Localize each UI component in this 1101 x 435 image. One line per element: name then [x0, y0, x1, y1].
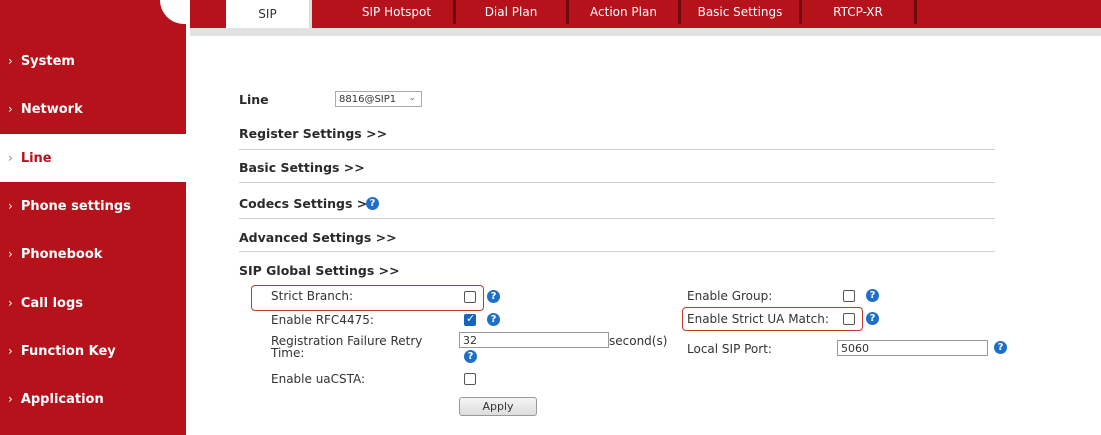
enable-rfc4475-label: Enable RFC4475:	[271, 313, 374, 327]
sidebar-item-call-logs[interactable]: › Call logs	[0, 279, 186, 327]
divider	[239, 182, 995, 183]
sidebar-item-network[interactable]: › Network	[0, 85, 186, 133]
chevron-right-icon: ›	[8, 296, 13, 310]
sidebar-item-label: Function Key	[20, 343, 116, 359]
enable-uacsta-label: Enable uaCSTA:	[271, 372, 366, 386]
tab-dial-plan[interactable]: Dial Plan	[456, 0, 569, 24]
local-sip-port-label: Local SIP Port:	[687, 342, 772, 356]
advanced-settings-link[interactable]: Advanced Settings >>	[239, 230, 397, 245]
sidebar-item-label: Call logs	[20, 295, 83, 311]
chevron-right-icon: ›	[8, 199, 13, 213]
codecs-settings-link[interactable]: Codecs Settings >>	[239, 196, 378, 211]
chevron-down-icon: ⌄	[408, 93, 416, 103]
divider	[239, 149, 995, 150]
line-label: Line	[239, 92, 269, 107]
enable-strict-ua-label: Enable Strict UA Match:	[687, 312, 829, 326]
basic-settings-link[interactable]: Basic Settings >>	[239, 160, 365, 175]
sidebar-item-function-key[interactable]: › Function Key	[0, 327, 186, 375]
chevron-right-icon: ›	[8, 392, 13, 406]
tab-bar-shadow	[190, 28, 1101, 36]
divider	[239, 251, 995, 252]
enable-rfc4475-checkbox[interactable]	[464, 312, 476, 326]
sidebar-item-system[interactable]: › System	[0, 37, 186, 85]
sidebar: › System › Network › Line › Phone settings ›…	[0, 0, 186, 435]
sidebar-item-label: Network	[20, 101, 83, 117]
chevron-right-icon: ›	[8, 54, 13, 68]
sidebar-item-phone-settings[interactable]: › Phone settings	[0, 182, 186, 230]
help-icon[interactable]: ?	[994, 341, 1007, 354]
sidebar-item-label: Line	[20, 150, 52, 166]
chevron-right-icon: ›	[8, 247, 13, 261]
local-sip-port-input[interactable]: 5060	[837, 340, 988, 356]
chevron-right-icon: ›	[8, 344, 13, 358]
apply-button[interactable]: Apply	[459, 397, 537, 416]
sidebar-item-label: Phonebook	[20, 246, 103, 262]
sidebar-item-label: Application	[20, 391, 104, 407]
registration-retry-input[interactable]: 32	[459, 332, 609, 348]
sidebar-item-application[interactable]: › Application	[0, 375, 186, 423]
sidebar-gap	[186, 0, 192, 435]
registration-retry-label: Registration Failure Retry Time:	[271, 334, 423, 360]
line-select-value: 8816@SIP1	[339, 93, 397, 105]
help-icon[interactable]: ?	[366, 197, 379, 210]
strict-branch-label: Strict Branch:	[271, 289, 354, 303]
tab-rtcp-xr[interactable]: RTCP-XR	[802, 0, 917, 24]
tab-action-plan[interactable]: Action Plan	[569, 0, 681, 24]
tab-sip-hotspot[interactable]: SIP Hotspot	[340, 0, 456, 24]
sidebar-item-phonebook[interactable]: › Phonebook	[0, 230, 186, 278]
divider	[239, 218, 995, 219]
chevron-right-icon: ›	[8, 102, 13, 116]
sip-global-settings-link[interactable]: SIP Global Settings >>	[239, 263, 400, 278]
line-select[interactable]: 8816@SIP1 ⌄	[335, 91, 422, 107]
enable-group-label: Enable Group:	[687, 289, 773, 303]
help-icon[interactable]: ?	[866, 289, 879, 302]
registration-retry-unit: second(s)	[609, 334, 668, 348]
register-settings-link[interactable]: Register Settings >>	[239, 126, 387, 141]
enable-uacsta-checkbox[interactable]	[464, 373, 476, 385]
help-icon[interactable]: ?	[464, 350, 477, 363]
help-icon[interactable]: ?	[866, 312, 879, 325]
help-icon[interactable]: ?	[487, 290, 500, 303]
sidebar-item-line[interactable]: › Line	[0, 134, 186, 182]
sidebar-item-label: System	[20, 53, 75, 69]
enable-group-checkbox[interactable]	[843, 290, 855, 302]
sidebar-item-label: Phone settings	[20, 198, 131, 214]
strict-branch-checkbox[interactable]	[464, 291, 476, 303]
tab-sip[interactable]: SIP	[226, 0, 312, 28]
tab-basic-settings[interactable]: Basic Settings	[681, 0, 802, 24]
help-icon[interactable]: ?	[487, 313, 500, 326]
enable-strict-ua-checkbox[interactable]	[843, 313, 855, 325]
chevron-right-icon: ›	[8, 151, 13, 165]
